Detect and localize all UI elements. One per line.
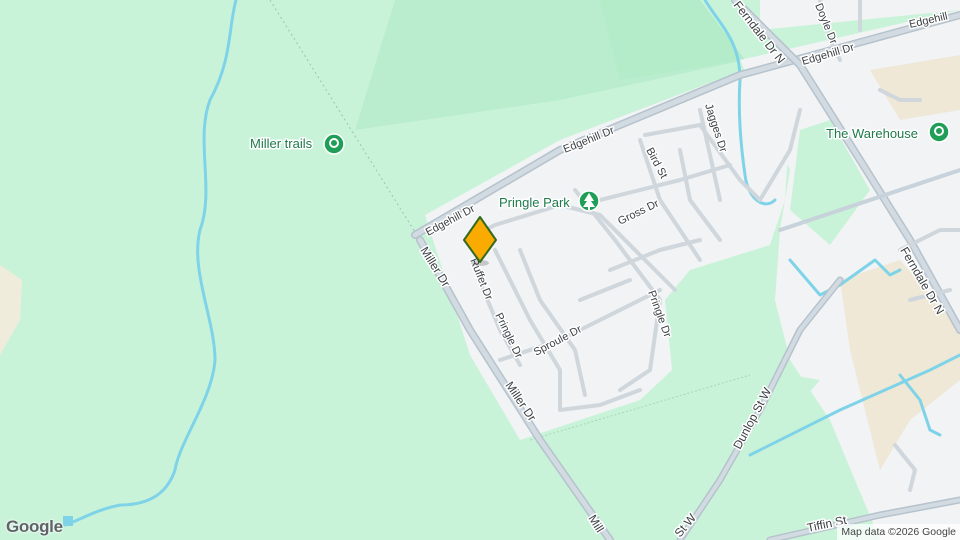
poi-label: Pringle Park (499, 195, 570, 210)
tree-icon (578, 190, 600, 212)
poi-label: The Warehouse (826, 126, 918, 141)
map-view[interactable]: Edgehill Dr Edgehill Dr Edgehill Dr Edge… (0, 0, 960, 540)
shopping-bag-icon (928, 121, 950, 143)
google-logo: Google (6, 517, 63, 536)
map-canvas[interactable]: Edgehill Dr Edgehill Dr Edgehill Dr Edge… (0, 0, 960, 540)
route-marker-icon (63, 516, 73, 526)
poi-label: Miller trails (250, 136, 313, 151)
map-attribution[interactable]: Map data ©2026 Google (837, 524, 960, 540)
pin-icon (323, 133, 345, 155)
